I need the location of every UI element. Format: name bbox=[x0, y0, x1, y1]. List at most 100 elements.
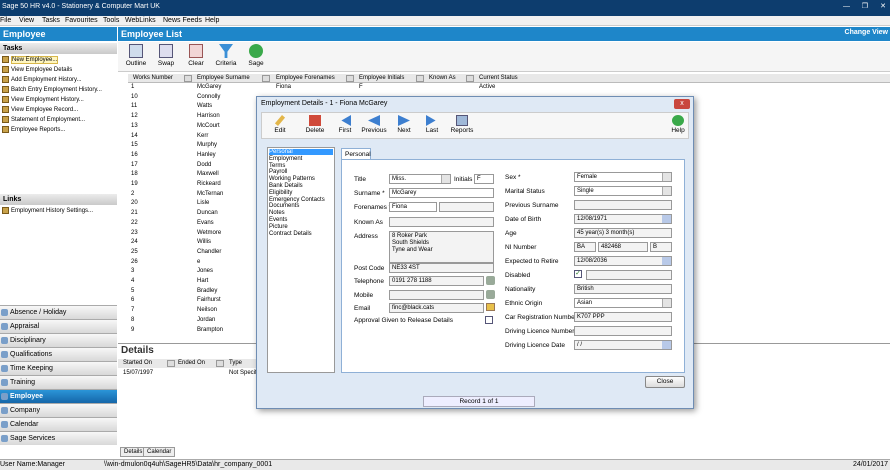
nav-time-keeping[interactable]: Time Keeping bbox=[0, 361, 117, 375]
nationality-field[interactable]: British bbox=[574, 284, 672, 294]
forenames-extra-field[interactable] bbox=[439, 202, 494, 212]
section-item[interactable]: Terms bbox=[269, 163, 285, 169]
known-as-field[interactable] bbox=[389, 217, 494, 227]
calendar-icon[interactable] bbox=[662, 341, 671, 349]
menu-file[interactable]: File bbox=[0, 17, 11, 24]
mobile-field[interactable] bbox=[389, 290, 484, 300]
reports-button[interactable]: Reports bbox=[448, 115, 476, 134]
nav-disciplinary[interactable]: Disciplinary bbox=[0, 333, 117, 347]
sex-select[interactable]: Female bbox=[574, 172, 672, 182]
menu-favourites[interactable]: Favourites bbox=[65, 17, 98, 24]
next-button[interactable]: Next bbox=[393, 115, 415, 134]
swap-button[interactable]: Swap bbox=[151, 44, 181, 67]
task-view-employee-record[interactable]: View Employee Record... bbox=[0, 106, 117, 116]
column-filter-icon[interactable] bbox=[466, 75, 474, 82]
maximize-icon[interactable]: ❐ bbox=[862, 2, 868, 10]
outline-button[interactable]: Outline bbox=[121, 44, 151, 67]
col-surname[interactable]: Employee Surname bbox=[197, 75, 250, 81]
dob-field[interactable]: 12/08/1971 bbox=[574, 214, 672, 224]
table-row[interactable]: 1 McGarey Fiona F Active bbox=[128, 84, 890, 93]
calendar-icon[interactable] bbox=[662, 215, 671, 223]
criteria-button[interactable]: Criteria bbox=[211, 44, 241, 67]
task-add-employment-history[interactable]: Add Employment History... bbox=[0, 76, 117, 86]
section-item[interactable]: Bank Details bbox=[269, 183, 303, 189]
col-current-status[interactable]: Current Status bbox=[479, 75, 518, 81]
last-button[interactable]: Last bbox=[421, 115, 443, 134]
section-item[interactable]: Contract Details bbox=[269, 231, 312, 237]
tasks-header[interactable]: Tasks bbox=[0, 43, 117, 54]
marital-select[interactable]: Single bbox=[574, 186, 672, 196]
tab-calendar[interactable]: Calendar bbox=[143, 447, 176, 457]
tab-personal[interactable]: Personal bbox=[341, 148, 371, 159]
email-field[interactable]: finc@black.cats bbox=[389, 303, 484, 313]
first-button[interactable]: First bbox=[333, 115, 357, 134]
phone-icon[interactable] bbox=[486, 276, 495, 285]
dialog-close-icon[interactable]: x bbox=[674, 99, 690, 109]
forenames-field[interactable]: Fiona bbox=[389, 202, 437, 212]
car-field[interactable]: K707 PPP bbox=[574, 312, 672, 322]
section-item[interactable]: Notes bbox=[269, 210, 285, 216]
envelope-icon[interactable] bbox=[486, 303, 495, 311]
links-header[interactable]: Links bbox=[0, 194, 117, 205]
sage-button[interactable]: Sage bbox=[241, 44, 271, 67]
disabled-checkbox[interactable]: ✓ bbox=[574, 270, 582, 278]
column-filter-icon[interactable] bbox=[346, 75, 354, 82]
nav-training[interactable]: Training bbox=[0, 375, 117, 389]
nav-sage-services[interactable]: Sage Services bbox=[0, 431, 117, 445]
surname-field[interactable]: McGarey bbox=[389, 188, 494, 198]
menu-help[interactable]: Help bbox=[205, 17, 219, 24]
menu-view[interactable]: View bbox=[19, 17, 34, 24]
nav-company[interactable]: Company bbox=[0, 403, 117, 417]
section-item[interactable]: Working Patterns bbox=[269, 176, 315, 182]
address-field[interactable]: 8 Roker Park South Shields Tyne and Wear bbox=[389, 231, 494, 263]
minimize-icon[interactable]: — bbox=[843, 3, 850, 10]
retire-field[interactable]: 12/08/2036 bbox=[574, 256, 672, 266]
telephone-field[interactable]: 0191 278 1188 bbox=[389, 276, 484, 286]
previous-button[interactable]: Previous bbox=[359, 115, 389, 134]
section-item[interactable]: Emergency Contacts bbox=[269, 197, 325, 203]
menu-tasks[interactable]: Tasks bbox=[42, 17, 60, 24]
column-filter-icon[interactable] bbox=[216, 360, 224, 367]
ni-suffix-field[interactable]: B bbox=[650, 242, 672, 252]
help-button[interactable]: Help bbox=[668, 115, 688, 134]
change-view-button[interactable]: Change View bbox=[845, 29, 888, 36]
column-filter-icon[interactable] bbox=[416, 75, 424, 82]
menu-weblinks[interactable]: WebLinks bbox=[125, 17, 156, 24]
col-initials[interactable]: Employee Initials bbox=[359, 75, 404, 81]
section-item[interactable]: Eligibility bbox=[269, 190, 292, 196]
col-started-on[interactable]: Started On bbox=[123, 360, 152, 366]
section-item[interactable]: Events bbox=[269, 217, 287, 223]
ni-number-field[interactable]: 482468 bbox=[598, 242, 648, 252]
task-statement-of-employment[interactable]: Statement of Employment... bbox=[0, 116, 117, 126]
postcode-field[interactable]: NE33 4ST bbox=[389, 263, 494, 273]
calendar-icon[interactable] bbox=[662, 257, 671, 265]
menu-news-feeds[interactable]: News Feeds bbox=[163, 17, 202, 24]
menu-tools[interactable]: Tools bbox=[103, 17, 119, 24]
col-ended-on[interactable]: Ended On bbox=[178, 360, 205, 366]
section-item[interactable]: Payroll bbox=[269, 169, 287, 175]
task-view-employment-history[interactable]: View Employment History... bbox=[0, 96, 117, 106]
section-item[interactable]: Personal bbox=[269, 149, 333, 155]
col-known-as[interactable]: Known As bbox=[429, 75, 456, 81]
section-item[interactable]: Documents bbox=[269, 203, 299, 209]
task-view-employee-details[interactable]: View Employee Details bbox=[0, 66, 117, 76]
nav-employee[interactable]: Employee bbox=[0, 389, 117, 403]
task-batch-entry[interactable]: Batch Entry Employment History... bbox=[0, 86, 117, 96]
task-new-employee[interactable]: New Employee... bbox=[0, 56, 117, 66]
title-select[interactable]: Miss. bbox=[389, 174, 451, 184]
dl-number-field[interactable] bbox=[574, 326, 672, 336]
section-item[interactable]: Picture bbox=[269, 224, 288, 230]
column-filter-icon[interactable] bbox=[184, 75, 192, 82]
disabled-detail-field[interactable] bbox=[586, 270, 672, 280]
edit-button[interactable]: Edit bbox=[268, 115, 292, 134]
link-employment-history-settings[interactable]: Employment History Settings... bbox=[0, 207, 117, 217]
task-employee-reports[interactable]: Employee Reports... bbox=[0, 126, 117, 136]
approval-checkbox[interactable] bbox=[485, 316, 493, 324]
initials-field[interactable]: F bbox=[474, 174, 494, 184]
section-item[interactable]: Employment bbox=[269, 156, 302, 162]
ethnic-select[interactable]: Asian bbox=[574, 298, 672, 308]
dl-date-field[interactable]: / / bbox=[574, 340, 672, 350]
delete-button[interactable]: Delete bbox=[300, 115, 330, 134]
nav-qualifications[interactable]: Qualifications bbox=[0, 347, 117, 361]
clear-button[interactable]: Clear bbox=[181, 44, 211, 67]
